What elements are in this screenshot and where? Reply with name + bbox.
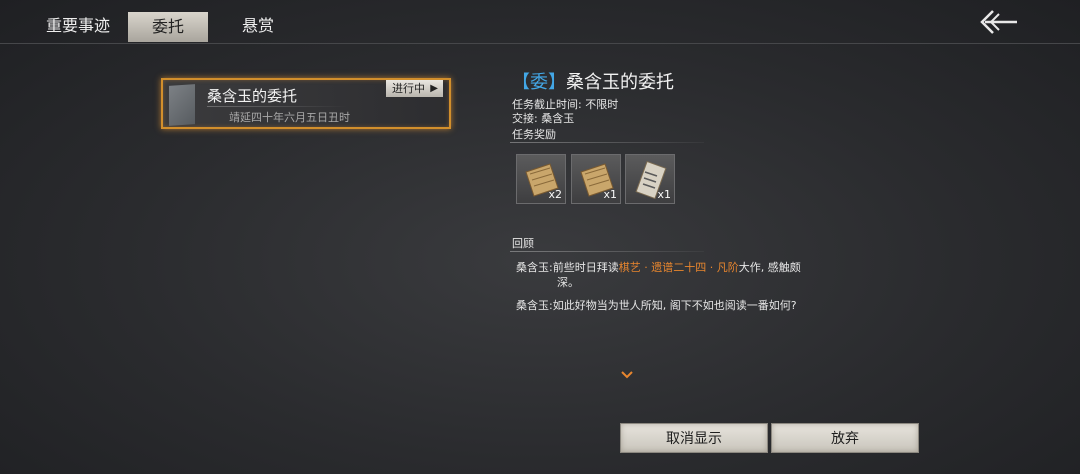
detail-title: 【委】桑含玉的委托 [512,68,674,94]
tab-important-deeds[interactable]: 重要事迹 [38,11,118,41]
top-bar: 重要事迹 委托 悬赏 [0,0,1080,44]
tab-commissions[interactable]: 委托 [128,12,208,42]
tab-bounties[interactable]: 悬赏 [228,11,288,41]
dialogue-text: 如此好物当为世人所知, 阁下不如也阅读一番如何? [552,299,797,312]
status-label: 进行中 [392,82,425,95]
reward-quantity: x1 [603,188,617,201]
back-arrow-icon[interactable] [975,6,1021,38]
dialogue-line: 桑含玉:如此好物当为世人所知, 阁下不如也阅读一番如何? [516,297,797,313]
divider [510,251,704,252]
quest-date: 靖延四十年六月五日丑时 [229,111,350,124]
submit-to-text: 交接: 桑含玉 [512,112,575,125]
reward-item[interactable]: x1 [571,154,621,204]
cancel-display-button[interactable]: 取消显示 [620,423,768,453]
quest-scroll-icon [169,84,195,126]
abandon-button[interactable]: 放弃 [771,423,919,453]
chevron-down-icon[interactable] [620,365,634,384]
dialogue-text: 大作, 感触颇 [738,261,801,274]
divider [207,106,347,107]
dialogue-line: 桑含玉:前些时日拜读棋艺 · 遗谱二十四 · 凡阶大作, 感触颇 [516,259,801,275]
reward-item[interactable]: x1 [625,154,675,204]
commission-tag: 【委】 [512,72,566,93]
detail-title-text: 桑含玉的委托 [566,72,674,93]
reward-quantity: x2 [548,188,562,201]
quest-list-item[interactable]: 桑含玉的委托 进行中 ▶ 靖延四十年六月五日丑时 [161,78,451,129]
speaker-name: 桑含玉: [516,261,553,274]
highlighted-item-name: 棋艺 · 遗谱二十四 · 凡阶 [618,261,739,274]
quest-title: 桑含玉的委托 [207,87,298,105]
divider [510,142,704,143]
speaker-name: 桑含玉: [516,299,553,312]
rewards-heading: 任务奖励 [512,128,556,141]
reward-item[interactable]: x2 [516,154,566,204]
dialogue-line-continued: 深。 [557,276,579,289]
reward-quantity: x1 [657,188,671,201]
dialogue-text: 前些时日拜读 [552,261,619,274]
status-badge[interactable]: 进行中 ▶ [386,80,443,97]
chevron-right-icon: ▶ [430,83,438,94]
review-heading: 回顾 [512,237,534,250]
